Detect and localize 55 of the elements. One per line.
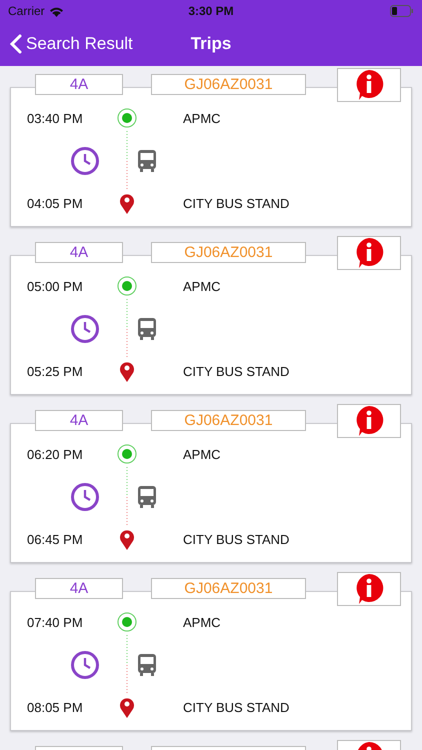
- info-button[interactable]: [337, 236, 401, 270]
- route-line: [126, 131, 128, 191]
- bus-icon: [137, 653, 157, 677]
- vehicle-number: GJ06AZ0031: [151, 242, 306, 263]
- departure-time: 03:40 PM: [27, 110, 84, 126]
- departure-time: 06:20 PM: [27, 446, 84, 462]
- arrival-time: 08:05 PM: [27, 700, 84, 714]
- clock-icon: [71, 483, 99, 511]
- start-marker-icon: [117, 276, 137, 296]
- route-line: [126, 299, 128, 359]
- route-label: 4A: [35, 74, 123, 95]
- page-title: Trips: [190, 34, 232, 54]
- clock-icon: [71, 651, 99, 679]
- route-line: [126, 467, 128, 527]
- arrival-time: 06:45 PM: [27, 532, 84, 546]
- departure-time: 07:40 PM: [27, 614, 84, 630]
- bus-icon: [137, 317, 157, 341]
- carrier-label: Carrier: [8, 4, 45, 18]
- vehicle-number: GJ06AZ0031: [151, 410, 306, 431]
- location-pin-icon: [119, 528, 135, 550]
- arrival-time: 05:25 PM: [27, 364, 84, 378]
- back-button[interactable]: Search Result: [10, 34, 133, 54]
- start-marker-icon: [117, 108, 137, 128]
- bus-icon: [137, 149, 157, 173]
- bus-icon: [137, 485, 157, 509]
- clock-icon: [71, 315, 99, 343]
- start-marker-icon: [117, 444, 137, 464]
- info-button[interactable]: [337, 404, 401, 438]
- back-icon: [10, 34, 22, 54]
- departure-time: 05:00 PM: [27, 278, 84, 294]
- destination-stop: CITY BUS STAND: [183, 196, 290, 210]
- wifi-icon: [48, 6, 64, 16]
- clock-icon: [71, 147, 99, 175]
- destination-stop: CITY BUS STAND: [183, 532, 290, 546]
- vehicle-number: GJ06AZ0031: [151, 74, 306, 95]
- info-button[interactable]: [337, 572, 401, 606]
- route-label: 4A: [35, 578, 123, 599]
- origin-stop: APMC: [183, 446, 222, 462]
- origin-stop: APMC: [183, 278, 222, 294]
- location-pin-icon: [119, 360, 135, 382]
- location-pin-icon: [119, 696, 135, 718]
- start-marker-icon: [117, 612, 137, 632]
- origin-stop: APMC: [183, 614, 222, 630]
- destination-stop: CITY BUS STAND: [183, 700, 290, 714]
- route-line: [126, 635, 128, 695]
- destination-stop: CITY BUS STAND: [183, 364, 290, 378]
- info-button[interactable]: [337, 68, 401, 102]
- route-label: 4A: [35, 242, 123, 263]
- battery-icon: [390, 5, 414, 17]
- status-time: 3:30 PM: [188, 4, 234, 18]
- route-label: 4A: [35, 410, 123, 431]
- arrival-time: 04:05 PM: [27, 196, 84, 210]
- origin-stop: APMC: [183, 110, 222, 126]
- vehicle-number: GJ06AZ0031: [151, 578, 306, 599]
- location-pin-icon: [119, 192, 135, 214]
